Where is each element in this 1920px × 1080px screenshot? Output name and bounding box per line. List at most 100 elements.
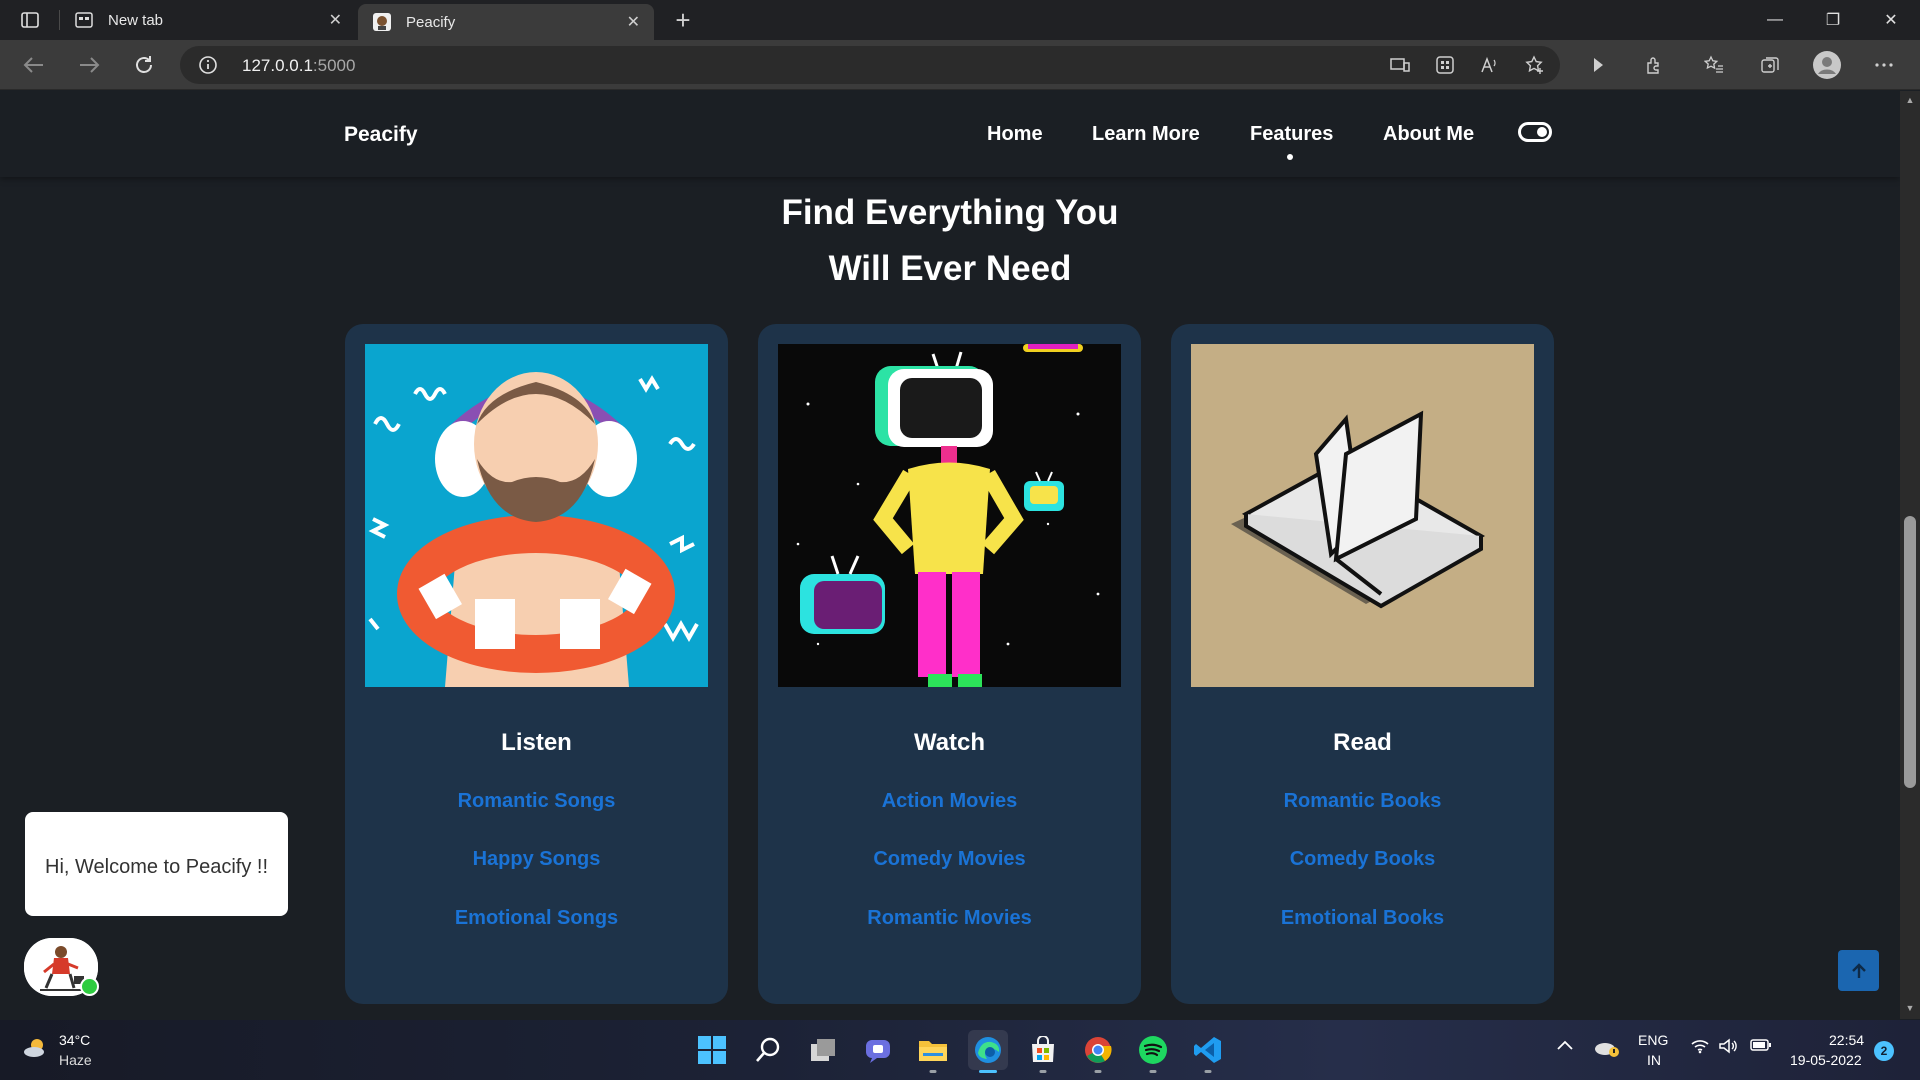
link-action-movies[interactable]: Action Movies [758,790,1141,813]
chat-message: Hi, Welcome to Peacify !! [45,856,269,878]
page-scrollbar[interactable]: ▲ ▼ [1900,91,1920,1019]
address-bar[interactable]: 127.0.0.1:5000 [180,46,1560,84]
input-region[interactable]: IN [1647,1052,1661,1068]
weather-temperature[interactable]: 34°C [59,1032,90,1048]
show-hidden-icons-icon[interactable] [1556,1038,1574,1054]
chrome-icon[interactable] [1078,1030,1118,1073]
read-aloud-icon[interactable] [1476,51,1504,79]
volume-icon[interactable] [1718,1038,1738,1057]
watch-card: Watch Action Movies Comedy Movies Romant… [758,324,1141,1004]
collections-icon[interactable] [1756,51,1784,79]
app-available-icon[interactable] [1386,51,1414,79]
edge-icon[interactable] [968,1030,1008,1073]
running-indicator [1039,1070,1047,1073]
tab-title: Peacify [406,13,456,31]
restore-button[interactable]: ❐ [1804,0,1862,40]
battery-icon[interactable] [1750,1038,1772,1055]
card-title: Watch [913,729,986,756]
page-viewport: Peacify Home Learn More Features About M… [0,91,1900,1019]
onedrive-icon[interactable] [1594,1038,1620,1061]
link-comedy-movies[interactable]: Comedy Movies [758,848,1141,871]
tab-title: New tab [108,11,164,29]
chat-welcome-bubble: Hi, Welcome to Peacify !! [25,812,288,916]
notification-badge[interactable]: 2 [1874,1041,1894,1061]
teams-chat-icon[interactable] [858,1030,898,1070]
heading-line-1: Find Everything You [781,193,1119,232]
back-button[interactable] [18,49,50,81]
brand-logo[interactable]: Peacify [344,123,418,147]
arrow-up-icon [1851,962,1866,978]
running-indicator [1094,1070,1102,1073]
listen-illustration [365,344,708,687]
profile-icon[interactable] [1813,51,1841,79]
nav-features[interactable]: Features [1250,123,1333,146]
browser-toolbar: 127.0.0.1:5000 [0,40,1920,90]
running-indicator [929,1070,937,1073]
search-icon[interactable] [748,1030,788,1070]
favorites-icon[interactable] [1700,51,1728,79]
refresh-button[interactable] [128,49,160,81]
more-icon[interactable] [1870,51,1898,79]
link-romantic-movies[interactable]: Romantic Movies [758,907,1141,930]
site-info-icon[interactable] [198,55,218,75]
back-to-top-button[interactable] [1838,950,1879,991]
running-indicator [1149,1070,1157,1073]
active-nav-indicator [1287,154,1293,160]
online-status-indicator [80,977,99,996]
card-title: Read [1333,729,1392,756]
new-tab-icon [74,10,94,30]
input-language[interactable]: ENG [1638,1032,1668,1048]
listen-card: Listen Romantic Songs Happy Songs Emotio… [345,324,728,1004]
minimize-button[interactable]: — [1746,0,1804,40]
link-romantic-books[interactable]: Romantic Books [1171,790,1554,813]
watch-illustration [778,344,1121,687]
link-emotional-songs[interactable]: Emotional Songs [345,907,728,930]
scroll-down-arrow-icon[interactable]: ▼ [1905,1003,1915,1013]
scroll-up-arrow-icon[interactable]: ▲ [1905,95,1915,105]
browser-tab-bar: New tab ✕ Peacify ✕ + — ❐ ✕ [0,0,1920,40]
section-heading: Find Everything You Will Ever Need [0,185,1900,297]
close-window-button[interactable]: ✕ [1862,0,1920,40]
tab-new-tab[interactable]: New tab ✕ [60,0,356,40]
forward-arrow-icon[interactable] [1585,51,1613,79]
read-card: Read Romantic Books Comedy Books Emotion… [1171,324,1554,1004]
peacify-favicon-icon [372,12,392,32]
apps-icon[interactable] [1431,51,1459,79]
new-tab-button[interactable]: + [668,5,698,35]
link-happy-songs[interactable]: Happy Songs [345,848,728,871]
spotify-icon[interactable] [1133,1030,1173,1073]
vscode-icon[interactable] [1188,1030,1228,1073]
theme-toggle[interactable] [1518,122,1552,142]
wifi-icon[interactable] [1690,1038,1710,1057]
toggle-knob [1537,127,1547,137]
store-icon[interactable] [1023,1030,1063,1073]
add-favorite-icon[interactable] [1521,51,1549,79]
weather-haze-icon[interactable] [22,1036,50,1060]
scrollbar-thumb[interactable] [1904,516,1916,788]
file-explorer-icon[interactable] [913,1030,953,1073]
tab-actions-icon[interactable] [18,9,42,31]
start-icon[interactable] [692,1030,732,1070]
nav-about-me[interactable]: About Me [1383,123,1474,146]
windows-taskbar: 34°C Haze ENG IN 22:54 19-05-2022 2 [0,1020,1920,1080]
clock-time[interactable]: 22:54 [1829,1032,1864,1048]
card-title: Listen [501,729,572,756]
url-text: 127.0.0.1:5000 [242,56,356,75]
link-emotional-books[interactable]: Emotional Books [1171,907,1554,930]
clock-date[interactable]: 19-05-2022 [1790,1052,1862,1068]
active-indicator [979,1070,997,1073]
tab-peacify[interactable]: Peacify ✕ [358,4,654,40]
close-tab-icon[interactable]: ✕ [627,12,640,32]
running-indicator [1204,1070,1212,1073]
close-tab-icon[interactable]: ✕ [329,10,342,30]
link-comedy-books[interactable]: Comedy Books [1171,848,1554,871]
weather-description[interactable]: Haze [59,1052,92,1068]
heading-line-2: Will Ever Need [828,249,1072,288]
link-romantic-songs[interactable]: Romantic Songs [345,790,728,813]
nav-learn-more[interactable]: Learn More [1092,123,1200,146]
forward-button[interactable] [73,49,105,81]
task-view-icon[interactable] [803,1030,843,1070]
read-illustration [1191,344,1534,687]
nav-home[interactable]: Home [987,123,1043,146]
extensions-icon[interactable] [1640,51,1668,79]
